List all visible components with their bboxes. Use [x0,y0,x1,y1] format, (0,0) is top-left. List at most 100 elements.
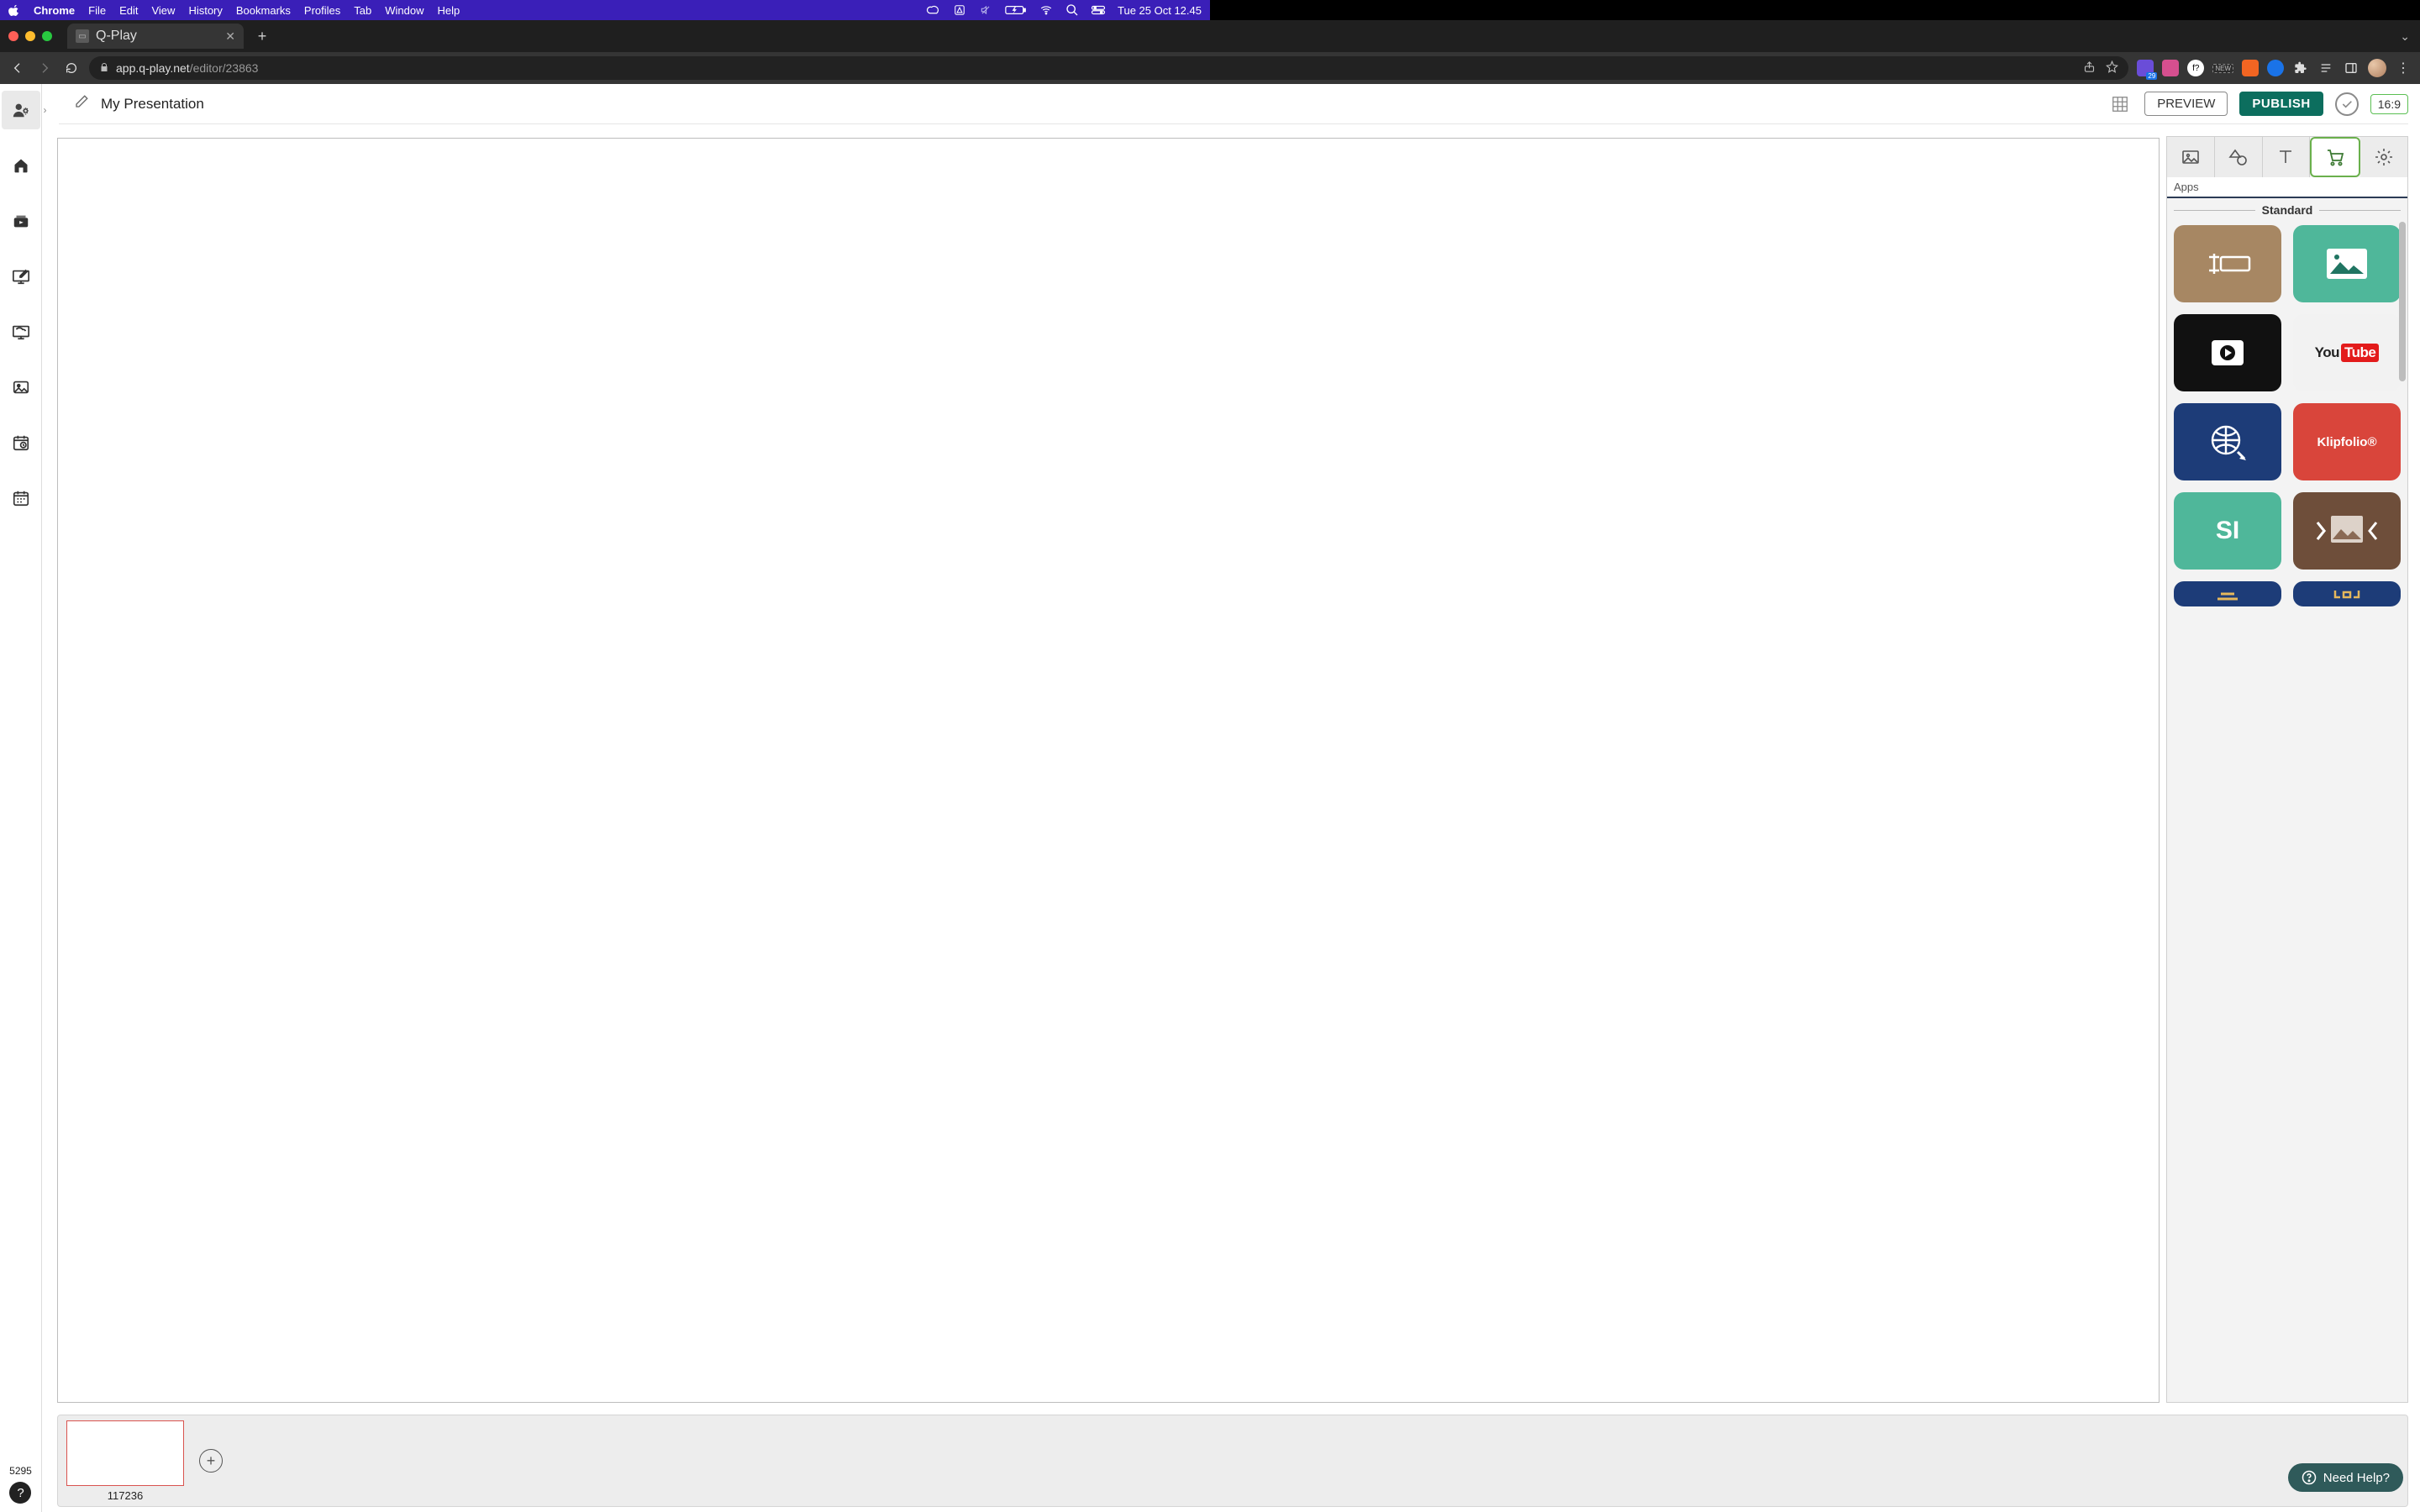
tabs-dropdown-icon[interactable]: ⌄ [2400,29,2413,44]
reading-list-icon[interactable] [2317,60,2334,76]
window-maximize-button[interactable] [42,31,52,41]
tab-close-icon[interactable]: ✕ [225,29,235,44]
app-page: › 5295 ? [0,84,2420,1512]
menu-help[interactable]: Help [438,4,460,17]
window-close-button[interactable] [8,31,18,41]
rename-icon[interactable] [74,94,89,113]
menubar-clock[interactable]: Tue 25 Oct 12.45 [1118,4,1202,17]
address-bar[interactable]: app.q-play.net/editor/23863 [89,56,2128,80]
menu-bookmarks[interactable]: Bookmarks [236,4,291,17]
rail-item-library[interactable] [2,202,40,240]
chrome-tab-strip: ▭ Q-Play ✕ + ⌄ [0,20,2420,52]
slide-tray: 117236 + [57,1415,2408,1507]
menu-tab[interactable]: Tab [354,4,371,17]
menu-view[interactable]: View [151,4,175,17]
slide-thumbnail[interactable] [66,1420,184,1486]
app-tile-slideshow[interactable] [2293,492,2401,570]
nav-forward-button[interactable] [35,59,54,77]
rail-item-screens[interactable] [2,312,40,351]
menubar-app-name[interactable]: Chrome [34,4,75,17]
control-center-icon[interactable] [1091,4,1106,16]
add-slide-button[interactable]: + [199,1449,223,1473]
wifi-icon[interactable] [1039,4,1054,16]
apple-menu-icon[interactable] [8,4,20,16]
extension-orange-icon[interactable] [2242,60,2259,76]
menu-profiles[interactable]: Profiles [304,4,340,17]
rail-expand-icon[interactable]: › [44,104,47,116]
volume-muted-icon[interactable] [978,4,993,16]
need-help-button[interactable]: Need Help? [2288,1463,2403,1492]
app-tile-youtube[interactable]: YouTube [2293,314,2401,391]
bookmark-star-icon[interactable] [2106,60,2118,76]
extension-icons: f? NEW ⋮ [2137,59,2412,77]
app-tile-video[interactable] [2174,314,2281,391]
menu-window[interactable]: Window [385,4,424,17]
rail-item-admin[interactable]: › [2,91,40,129]
lock-icon [99,61,109,75]
tab-favicon-icon: ▭ [76,29,89,43]
creative-cloud-icon[interactable] [926,4,941,16]
share-icon[interactable] [2083,60,2096,76]
right-panel-tabs [2167,137,2407,177]
menu-history[interactable]: History [188,4,222,17]
rail-item-calendar[interactable] [2,479,40,517]
nav-back-button[interactable] [8,59,27,77]
window-minimize-button[interactable] [25,31,35,41]
rail-item-editor[interactable] [2,257,40,296]
section-label-standard: Standard [2174,203,2401,217]
extension-new-badge[interactable]: NEW [2212,64,2233,73]
app-tile-web[interactable] [2174,403,2281,480]
macos-menubar: Chrome File Edit View History Bookmarks … [0,0,1210,20]
need-help-label: Need Help? [2323,1471,2390,1485]
rail-help-button[interactable]: ? [9,1482,31,1504]
app-tile-text[interactable] [2174,225,2281,302]
panel-tab-settings[interactable] [2360,137,2407,177]
extension-f-icon[interactable]: f? [2187,60,2204,76]
spotlight-search-icon[interactable] [1065,3,1079,17]
rail-item-media[interactable] [2,368,40,407]
app-tile-partial-1[interactable] [2174,581,2281,606]
panel-tab-text[interactable] [2263,137,2311,177]
app-tile-klipfolio[interactable]: Klipfolio® [2293,403,2401,480]
canvas-area [57,138,2160,1403]
left-nav-rail: › 5295 ? [0,84,42,1512]
right-panel: Apps Standard YouTube Klipfolio® [2166,136,2408,1403]
side-panel-icon[interactable] [2343,60,2360,76]
triangle-icon[interactable] [953,4,966,16]
chrome-menu-button[interactable]: ⋮ [2395,60,2412,76]
aspect-ratio-badge[interactable]: 16:9 [2370,94,2408,114]
nav-reload-button[interactable] [62,59,81,77]
panel-scrollbar[interactable] [2399,222,2406,381]
panel-tab-images[interactable] [2167,137,2215,177]
battery-charging-icon[interactable] [1005,4,1027,16]
status-check-icon[interactable] [2335,92,2359,116]
grid-toggle-button[interactable] [2107,92,2133,117]
extensions-menu-icon[interactable] [2292,60,2309,76]
new-tab-button[interactable]: + [250,24,274,48]
document-toolbar: My Presentation PREVIEW PUBLISH 16:9 [59,84,2408,124]
profile-avatar[interactable] [2368,59,2386,77]
tab-title: Q-Play [96,29,137,44]
preview-button[interactable]: PREVIEW [2144,92,2228,116]
slide-canvas[interactable] [57,138,2160,1403]
panel-subheading: Apps [2167,177,2407,198]
publish-button[interactable]: PUBLISH [2239,92,2323,116]
presentation-title[interactable]: My Presentation [101,96,204,113]
app-tile-image[interactable] [2293,225,2401,302]
url-text: app.q-play.net/editor/23863 [116,61,258,75]
rail-counter: 5295 [9,1465,32,1477]
browser-tab[interactable]: ▭ Q-Play ✕ [67,24,244,49]
menu-edit[interactable]: Edit [119,4,138,17]
rail-item-schedule[interactable] [2,423,40,462]
app-tile-si[interactable]: SI [2174,492,2281,570]
rail-item-home[interactable] [2,146,40,185]
menu-file[interactable]: File [88,4,106,17]
extension-pink-icon[interactable] [2162,60,2179,76]
app-tile-partial-2[interactable] [2293,581,2401,606]
extension-purple-icon[interactable] [2137,60,2154,76]
apps-grid[interactable]: YouTube Klipfolio® SI [2167,220,2407,1402]
extension-blue-icon[interactable] [2267,60,2284,76]
window-controls [8,31,52,41]
panel-tab-apps[interactable] [2310,137,2360,177]
panel-tab-shapes[interactable] [2215,137,2263,177]
